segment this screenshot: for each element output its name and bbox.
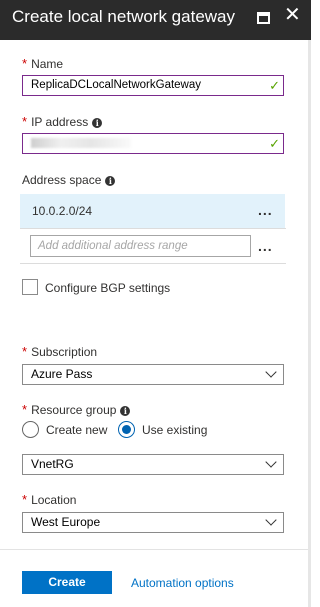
bgp-label[interactable]: Configure BGP settings	[45, 281, 170, 295]
more-options-icon[interactable]: ...	[258, 202, 273, 218]
info-icon[interactable]: i	[105, 176, 116, 186]
subscription-value: Azure Pass	[31, 367, 93, 381]
subscription-select[interactable]: Azure Pass	[22, 364, 284, 385]
required-mark: *	[22, 114, 28, 129]
valid-check-icon: ✓	[269, 79, 280, 94]
resource-group-select[interactable]: VnetRG	[22, 454, 284, 475]
address-space-row[interactable]: 10.0.2.0/24 ...	[20, 194, 285, 228]
address-space-label: Address space i	[22, 173, 116, 187]
blade-edge	[308, 40, 311, 607]
maximize-icon[interactable]	[257, 12, 270, 24]
info-icon[interactable]: i	[120, 406, 131, 416]
more-options-icon[interactable]: ...	[258, 238, 273, 254]
footer-divider	[0, 549, 308, 550]
create-button[interactable]: Create	[22, 571, 112, 594]
automation-options-link[interactable]: Automation options	[131, 576, 234, 590]
chevron-down-icon	[265, 366, 277, 378]
use-existing-label[interactable]: Use existing	[142, 423, 207, 437]
chevron-down-icon	[265, 514, 277, 526]
required-mark: *	[22, 344, 28, 359]
name-input[interactable]: ReplicaDCLocalNetworkGateway ✓	[22, 75, 284, 96]
divider	[20, 263, 286, 264]
ip-address-input[interactable]: ✓	[22, 133, 284, 154]
location-label: * Location	[22, 492, 77, 507]
create-new-label[interactable]: Create new	[46, 423, 107, 437]
add-address-range-input[interactable]: Add additional address range	[30, 235, 251, 257]
subscription-label: * Subscription	[22, 344, 98, 359]
ip-address-value-obscured	[31, 138, 131, 148]
name-value: ReplicaDCLocalNetworkGateway	[31, 79, 202, 91]
required-mark: *	[22, 56, 28, 71]
required-mark: *	[22, 402, 28, 417]
chevron-down-icon	[265, 456, 277, 468]
required-mark: *	[22, 492, 28, 507]
valid-check-icon: ✓	[269, 137, 280, 152]
resource-group-label: * Resource group i	[22, 402, 131, 417]
bgp-checkbox[interactable]	[22, 279, 38, 295]
name-label: * Name	[22, 56, 64, 71]
resource-group-value: VnetRG	[31, 457, 74, 471]
close-icon[interactable]: ✕	[284, 4, 301, 24]
location-select[interactable]: West Europe	[22, 512, 284, 533]
blade-title: Create local network gateway	[12, 7, 236, 26]
divider	[20, 228, 286, 229]
blade-header: Create local network gateway ✕	[0, 0, 311, 40]
ip-address-label: * IP address i	[22, 114, 103, 129]
use-existing-radio[interactable]	[118, 421, 135, 438]
info-icon[interactable]: i	[92, 118, 103, 128]
create-new-radio[interactable]	[22, 421, 39, 438]
address-space-value: 10.0.2.0/24	[32, 204, 93, 218]
location-value: West Europe	[31, 515, 101, 529]
